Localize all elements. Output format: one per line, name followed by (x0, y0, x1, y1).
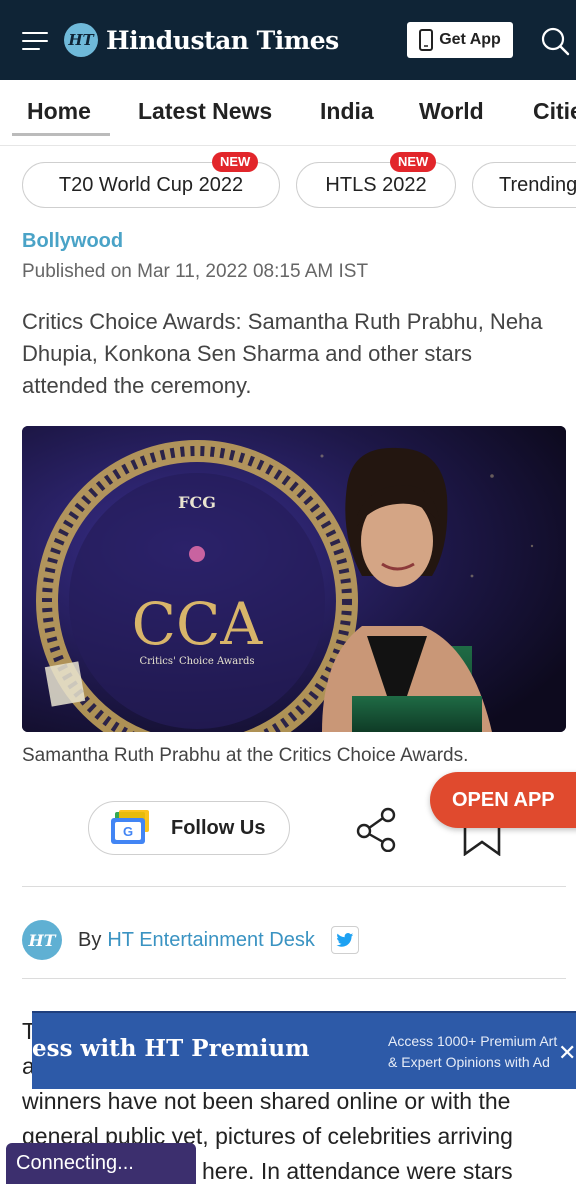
phone-icon (419, 29, 434, 51)
image-caption: Samantha Ruth Prabhu at the Critics Choi… (22, 745, 469, 766)
get-app-button[interactable]: Get App (407, 22, 513, 58)
nav-active-indicator (12, 133, 110, 136)
nav-item-india[interactable]: India (320, 98, 374, 125)
close-icon[interactable]: ✕ (558, 1041, 576, 1066)
body-line: winners have not been shared online or w… (22, 1088, 511, 1114)
divider (22, 886, 566, 887)
connection-status: Connecting... (6, 1143, 196, 1184)
menu-icon[interactable] (22, 30, 48, 52)
hero-sub-text: Critics' Choice Awards (139, 656, 254, 667)
byline-prefix: By (78, 928, 102, 951)
author-link[interactable]: HT Entertainment Desk (107, 929, 315, 952)
premium-line-2: & Expert Opinions with Ad (388, 1054, 550, 1070)
svg-text:G: G (123, 824, 133, 839)
article-category[interactable]: Bollywood (22, 230, 123, 253)
follow-us-label: Follow Us (171, 816, 266, 839)
chip-label: HTLS 2022 (325, 173, 427, 196)
google-news-icon: G (111, 810, 149, 844)
follow-us-button[interactable]: G Follow Us (88, 801, 290, 855)
nav-item-cities[interactable]: Cities (533, 98, 576, 125)
premium-line-1: Access 1000+ Premium Art (388, 1033, 558, 1049)
nav-item-world[interactable]: World (419, 98, 484, 125)
search-icon[interactable] (540, 26, 570, 56)
hero-main-text: CCA (132, 590, 264, 658)
published-date: Published on Mar 11, 2022 08:15 AM IST (22, 261, 369, 282)
chip-trending[interactable]: Trending (472, 162, 576, 208)
ht-premium-banner[interactable]: ess with HT Premium Access 1000+ Premium… (32, 1011, 576, 1089)
logo-badge: HT (64, 23, 98, 57)
twitter-icon (336, 932, 354, 947)
byline: HT By HT Entertainment Desk (22, 918, 359, 962)
new-badge: NEW (212, 152, 259, 172)
trending-chips: T20 World Cup 2022 NEW HTLS 2022 NEW Tre… (0, 148, 576, 226)
nav-item-home[interactable]: Home (27, 98, 91, 125)
share-icon[interactable] (354, 806, 400, 852)
twitter-button[interactable] (330, 926, 359, 954)
premium-title: ess with HT Premium (32, 1035, 310, 1062)
hero-illustration: FCG CCA Critics' Choice Awards (22, 426, 566, 732)
site-logo[interactable]: HT Hindustan Times (64, 20, 339, 60)
chip-label: Trending (499, 173, 576, 196)
premium-subtitle: Access 1000+ Premium Art & Expert Opinio… (388, 1031, 557, 1073)
get-app-label: Get App (439, 31, 501, 48)
primary-nav: Home Latest News India World Cities (0, 80, 576, 146)
divider (22, 978, 566, 979)
new-badge: NEW (390, 152, 437, 172)
article-summary: Critics Choice Awards: Samantha Ruth Pra… (22, 309, 543, 398)
site-header: HT Hindustan Times Get App (0, 0, 576, 80)
hero-top-text: FCG (178, 493, 216, 512)
chip-label: T20 World Cup 2022 (58, 173, 244, 196)
nav-item-latest-news[interactable]: Latest News (138, 98, 272, 125)
open-app-button[interactable]: OPEN APP (430, 772, 576, 828)
logo-text: Hindustan Times (106, 25, 339, 55)
author-avatar: HT (22, 920, 62, 960)
article-hero-image[interactable]: FCG CCA Critics' Choice Awards (22, 426, 566, 732)
